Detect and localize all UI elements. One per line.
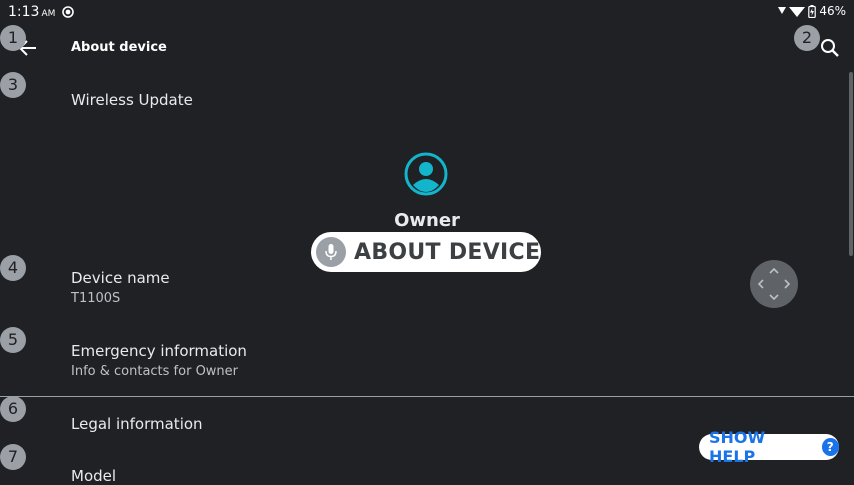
voice-pill-label: ABOUT DEVICE bbox=[354, 239, 541, 265]
wifi-icon bbox=[789, 7, 806, 17]
battery-charging-icon bbox=[808, 4, 817, 18]
sync-icon bbox=[62, 6, 74, 18]
battery-percent: 46% bbox=[819, 4, 846, 18]
search-icon[interactable] bbox=[818, 36, 842, 60]
show-help-button[interactable]: SHOW HELP ? bbox=[699, 428, 839, 466]
status-time: 1:13 AM bbox=[8, 4, 56, 20]
account-circle-icon bbox=[404, 152, 448, 196]
signal-icon bbox=[778, 7, 787, 14]
marker-5: 5 bbox=[0, 327, 26, 353]
show-help-label: SHOW HELP bbox=[709, 428, 766, 466]
arrows-icon bbox=[757, 267, 791, 301]
marker-6: 6 bbox=[0, 396, 26, 422]
status-right: 46% bbox=[778, 4, 846, 18]
emergency-information-sub: Info & contacts for Owner bbox=[71, 364, 239, 379]
voice-command-pill: ABOUT DEVICE bbox=[311, 232, 541, 272]
navigation-joystick[interactable] bbox=[750, 260, 798, 308]
help-question-icon: ? bbox=[821, 438, 839, 456]
owner-label: Owner bbox=[394, 210, 460, 231]
marker-3: 3 bbox=[0, 72, 26, 98]
marker-7: 7 bbox=[0, 444, 26, 470]
legal-information-item[interactable]: Legal information bbox=[71, 415, 203, 433]
marker-2: 2 bbox=[794, 25, 820, 51]
model-item[interactable]: Model bbox=[71, 467, 116, 485]
status-bar: 1:13 AM 46% bbox=[0, 0, 854, 24]
scrollbar[interactable] bbox=[849, 72, 853, 256]
marker-1: 1 bbox=[0, 25, 26, 51]
divider bbox=[0, 396, 854, 397]
marker-4: 4 bbox=[0, 255, 26, 281]
emergency-information-item[interactable]: Emergency information bbox=[71, 342, 247, 360]
mic-icon bbox=[316, 237, 346, 267]
device-name-value: T1100S bbox=[71, 291, 121, 306]
device-name-item[interactable]: Device name bbox=[71, 269, 170, 287]
wireless-update-item[interactable]: Wireless Update bbox=[71, 91, 193, 109]
page-title: About device bbox=[71, 40, 167, 55]
